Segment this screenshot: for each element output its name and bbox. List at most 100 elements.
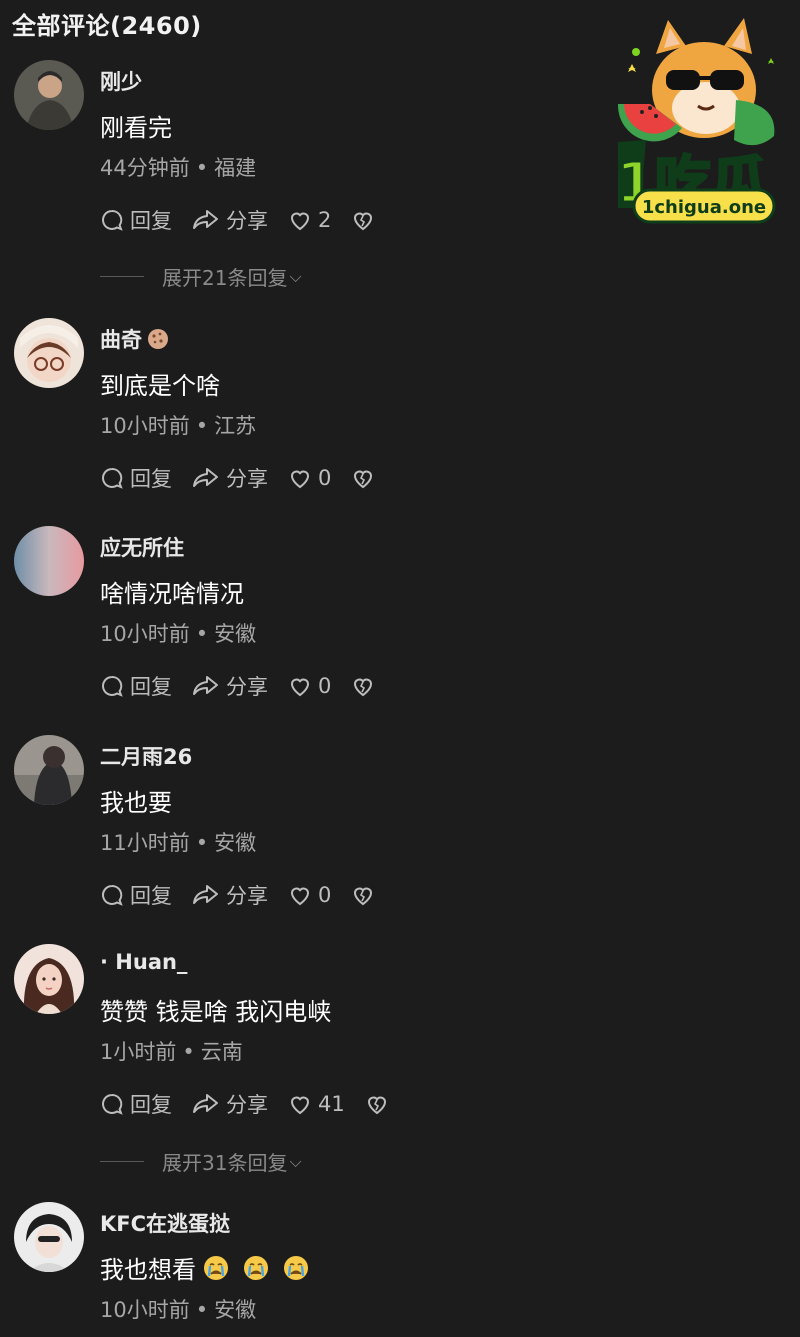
avatar[interactable] (14, 318, 84, 388)
heart-icon (290, 470, 310, 489)
heart-icon (290, 887, 310, 906)
dislike-button[interactable] (365, 1092, 395, 1116)
dislike-button[interactable] (351, 208, 381, 232)
comment-actions: 回复 分享 0 (100, 462, 401, 494)
comments-header: 全部评论(2460) (12, 12, 202, 40)
reply-label: 回复 (130, 1093, 172, 1117)
broken-heart-icon (354, 887, 373, 906)
like-count: 0 (318, 883, 332, 907)
reply-icon (102, 675, 123, 697)
like-button[interactable]: 0 (288, 883, 331, 907)
share-icon (193, 885, 218, 904)
reply-button[interactable]: 回复 (100, 671, 172, 701)
location: 云南 (200, 1040, 243, 1064)
comment-text: 赞赞 钱是啥 我闪电峡 (100, 998, 332, 1026)
avatar[interactable] (14, 526, 84, 596)
expand-replies-button[interactable]: 展开21条回复 ⌵ (100, 262, 302, 291)
share-label: 分享 (226, 209, 268, 233)
location: 江苏 (214, 414, 257, 438)
reply-label: 回复 (130, 467, 172, 491)
share-button[interactable]: 分享 (192, 205, 268, 235)
dislike-button[interactable] (351, 466, 381, 490)
avatar[interactable] (14, 944, 84, 1014)
share-button[interactable]: 分享 (192, 1089, 268, 1119)
dislike-button[interactable] (351, 674, 381, 698)
share-icon (193, 210, 218, 229)
meta-separator: • (195, 831, 209, 855)
share-button[interactable]: 分享 (192, 671, 268, 701)
like-button[interactable]: 41 (288, 1092, 345, 1116)
share-button[interactable]: 分享 (192, 463, 268, 493)
dislike-button[interactable] (351, 883, 381, 907)
comment-actions: 回复 分享 2 (100, 204, 401, 236)
share-button[interactable]: 分享 (192, 880, 268, 910)
broken-heart-icon (367, 1096, 386, 1115)
location: 安徽 (214, 1298, 257, 1322)
reply-icon (102, 1093, 123, 1115)
meta-separator: • (182, 1040, 195, 1064)
crying-emoji-icon (202, 1254, 230, 1288)
cookie-icon (146, 327, 170, 356)
comment-text: 刚看完 (100, 114, 172, 142)
comment-meta: 11小时前 • 安徽 (100, 827, 256, 857)
reply-button[interactable]: 回复 (100, 1089, 172, 1119)
timestamp: 11小时前 (100, 831, 190, 855)
comment-text: 到底是个啥 (100, 372, 220, 400)
timestamp: 10小时前 (100, 622, 190, 646)
comment-meta: 44分钟前 • 福建 (100, 152, 256, 182)
logo-url-text: 1chigua.one (642, 197, 766, 218)
comment-text: 我也要 (100, 789, 172, 817)
avatar[interactable] (14, 60, 84, 130)
share-icon (193, 1094, 218, 1113)
reply-button[interactable]: 回复 (100, 463, 172, 493)
username[interactable]: KFC在逃蛋挞 (100, 1208, 230, 1238)
expand-replies-label: 展开21条回复 (162, 266, 288, 290)
meta-separator: • (195, 414, 209, 438)
like-button[interactable]: 0 (288, 466, 331, 490)
heart-icon (290, 678, 310, 697)
expand-replies-label: 展开31条回复 (162, 1151, 288, 1175)
share-label: 分享 (226, 467, 268, 491)
like-count: 0 (318, 674, 332, 698)
share-label: 分享 (226, 884, 268, 908)
reply-label: 回复 (130, 884, 172, 908)
meta-separator: • (195, 622, 209, 646)
broken-heart-icon (354, 470, 373, 489)
share-label: 分享 (226, 675, 268, 699)
broken-heart-icon (354, 678, 373, 697)
crying-emoji-icon (282, 1254, 310, 1288)
divider-line (100, 1161, 144, 1162)
username[interactable]: 应无所住 (100, 532, 184, 562)
reply-icon (102, 209, 123, 231)
heart-icon (290, 1096, 310, 1115)
timestamp: 44分钟前 (100, 156, 190, 180)
timestamp: 10小时前 (100, 1298, 190, 1322)
comment-actions: 回复 分享 0 (100, 670, 401, 702)
reply-icon (102, 884, 123, 906)
reply-button[interactable]: 回复 (100, 880, 172, 910)
location: 安徽 (214, 622, 257, 646)
location: 福建 (214, 156, 257, 180)
heart-icon (290, 212, 310, 231)
crying-emoji-icon (242, 1254, 270, 1288)
comment-meta: 1小时前 • 云南 (100, 1036, 243, 1066)
share-icon (193, 676, 218, 695)
avatar[interactable] (14, 1202, 84, 1272)
reply-label: 回复 (130, 209, 172, 233)
reply-button[interactable]: 回复 (100, 205, 172, 235)
like-count: 0 (318, 466, 332, 490)
timestamp: 10小时前 (100, 414, 190, 438)
avatar[interactable] (14, 735, 84, 805)
username[interactable]: 曲奇 (100, 324, 170, 356)
divider-line (100, 276, 144, 277)
like-count: 41 (318, 1092, 345, 1116)
username[interactable]: 二月雨26 (100, 741, 192, 771)
broken-heart-icon (354, 212, 373, 231)
location: 安徽 (214, 831, 257, 855)
chevron-down-icon: ⌵ (289, 1151, 302, 1171)
username[interactable]: · Huan_ (100, 950, 187, 974)
expand-replies-button[interactable]: 展开31条回复 ⌵ (100, 1147, 302, 1176)
like-button[interactable]: 0 (288, 674, 331, 698)
like-button[interactable]: 2 (288, 208, 331, 232)
username[interactable]: 刚少 (100, 66, 142, 96)
